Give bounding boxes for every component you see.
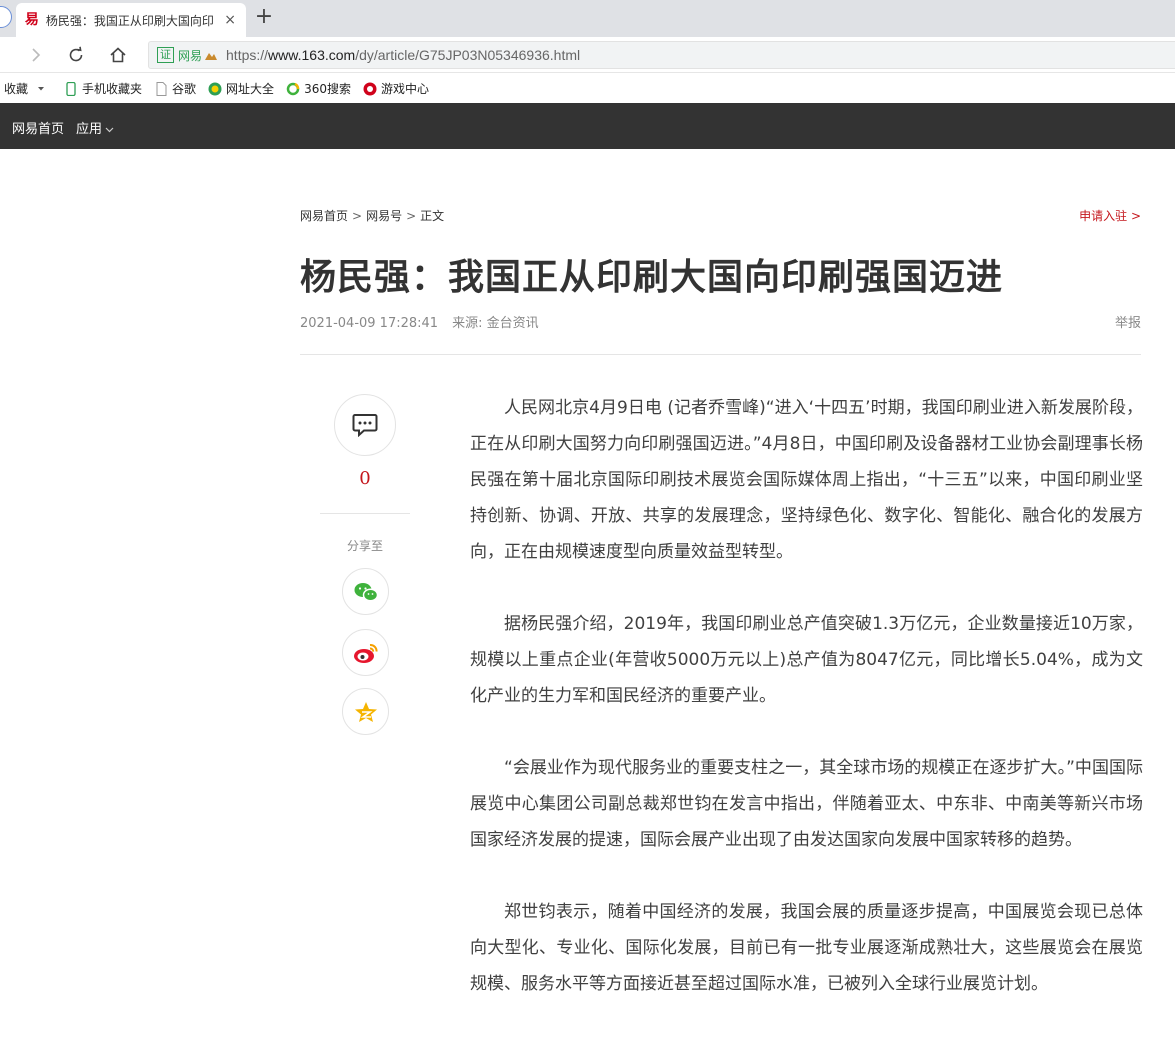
weibo-icon — [353, 643, 377, 663]
forward-icon[interactable] — [24, 43, 48, 67]
comment-icon — [352, 414, 378, 437]
breadcrumb-home[interactable]: 网易首页 — [300, 209, 348, 223]
browser-tab[interactable]: 易 杨民强：我国正从印刷大国向印 × — [16, 3, 246, 37]
certificate-indicator[interactable]: 证 网易 — [157, 47, 218, 64]
breadcrumb-current: 正文 — [420, 209, 445, 223]
share-label: 分享至 — [346, 539, 383, 553]
chevron-down-icon — [105, 127, 114, 132]
article-body: 人民网北京4月9日电 (记者乔雪峰)“进入‘十四五’时期，我国印刷业进入新发展阶… — [470, 390, 1143, 1038]
phone-icon — [64, 81, 78, 96]
bookmark-label: 谷歌 — [172, 82, 197, 96]
breadcrumb-separator: > — [406, 209, 417, 223]
bookmark-hao[interactable]: 网址大全 — [208, 80, 274, 97]
breadcrumb-netease-hao[interactable]: 网易号 — [366, 209, 402, 223]
bookmark-label: 收藏 — [4, 82, 29, 96]
publish-datetime: 2021-04-09 17:28:41 — [300, 316, 439, 331]
tab-title: 杨民强：我国正从印刷大国向印 — [45, 13, 214, 28]
title-divider — [300, 354, 1141, 355]
article-title: 杨民强：我国正从印刷大国向印刷强国迈进 — [300, 257, 1004, 298]
bookmark-google[interactable]: 谷歌 — [154, 80, 196, 97]
comment-button[interactable] — [334, 394, 396, 456]
tab-strip: 易 杨民强：我国正从印刷大国向印 × + — [0, 0, 1175, 37]
bookmark-label: 手机收藏夹 — [82, 82, 143, 96]
browser-toolbar: 证 网易 https://www.163.com/dy/article/G75J… — [0, 37, 1175, 73]
article-paragraph: 人民网北京4月9日电 (记者乔雪峰)“进入‘十四五’时期，我国印刷业进入新发展阶… — [470, 398, 1143, 562]
breadcrumb: 网易首页 > 网易号 > 正文 — [300, 207, 444, 224]
cert-label: 网易 — [178, 48, 203, 63]
rail-divider — [320, 513, 410, 514]
site-nav-bar: 网易首页 应用 — [0, 103, 1175, 149]
apply-settle-link[interactable]: 申请入驻 > — [1079, 207, 1141, 224]
report-link[interactable]: 举报 — [1115, 312, 1141, 331]
bookmark-mobile[interactable]: 手机收藏夹 — [64, 80, 142, 97]
breadcrumb-separator: > — [352, 209, 363, 223]
bookmarks-bar: 收藏 手机收藏夹 谷歌 网址大全 360搜索 游戏中心 — [0, 74, 1175, 103]
address-bar[interactable]: 证 网易 https://www.163.com/dy/article/G75J… — [148, 41, 1175, 69]
nav-apps-menu[interactable]: 应用 — [76, 118, 114, 137]
share-weibo-button[interactable] — [342, 629, 389, 676]
url-text: https://www.163.com/dy/article/G75JP03N0… — [226, 47, 580, 63]
game-icon — [363, 82, 377, 96]
tab-close-icon[interactable]: × — [222, 12, 238, 28]
article-source: 来源: 金台资讯 — [452, 316, 539, 331]
share-wechat-button[interactable] — [342, 568, 389, 615]
article-meta: 2021-04-09 17:28:41 来源: 金台资讯 — [300, 312, 539, 331]
netease-favicon-icon: 易 — [24, 12, 39, 28]
article-paragraph: 郑世钧表示，随着中国经济的发展，我国会展的质量逐步提高，中国展览会现已总体向大型… — [470, 902, 1143, 994]
window-bottom-edge — [0, 1012, 1175, 1017]
bookmark-games[interactable]: 游戏中心 — [363, 80, 429, 97]
nav-apps-label: 应用 — [76, 122, 103, 137]
article-paragraph: “会展业作为现代服务业的重要支柱之一，其全球市场的规模正在逐步扩大。”中国国际展… — [470, 758, 1143, 850]
hao-icon — [208, 82, 222, 96]
dropdown-icon — [34, 82, 48, 96]
qzone-star-icon — [354, 701, 377, 722]
bookmark-360[interactable]: 360搜索 — [286, 80, 351, 97]
comment-count[interactable]: 0 — [320, 468, 410, 489]
browser-logo-icon[interactable] — [0, 6, 12, 28]
home-icon[interactable] — [106, 43, 130, 67]
cloud-icon — [205, 53, 218, 60]
share-qzone-button[interactable] — [342, 688, 389, 735]
new-tab-button[interactable]: + — [254, 6, 274, 30]
bookmark-label: 游戏中心 — [380, 82, 429, 96]
search-360-icon — [286, 82, 300, 96]
url-host: www.163.com — [268, 47, 356, 63]
wechat-icon — [354, 582, 378, 602]
reload-icon[interactable] — [64, 43, 88, 67]
url-path: /dy/article/G75JP03N05346936.html — [355, 47, 581, 63]
bookmark-favorites[interactable]: 收藏 — [4, 80, 52, 97]
bookmark-label: 网址大全 — [226, 82, 275, 96]
url-prefix: https:// — [226, 47, 269, 63]
bookmark-label: 360搜索 — [304, 82, 351, 96]
page-icon — [154, 81, 168, 96]
cert-badge-icon: 证 — [157, 47, 174, 63]
article-paragraph: 据杨民强介绍，2019年，我国印刷业总产值突破1.3万亿元，企业数量接近10万家… — [470, 614, 1143, 706]
nav-home-link[interactable]: 网易首页 — [12, 118, 64, 137]
